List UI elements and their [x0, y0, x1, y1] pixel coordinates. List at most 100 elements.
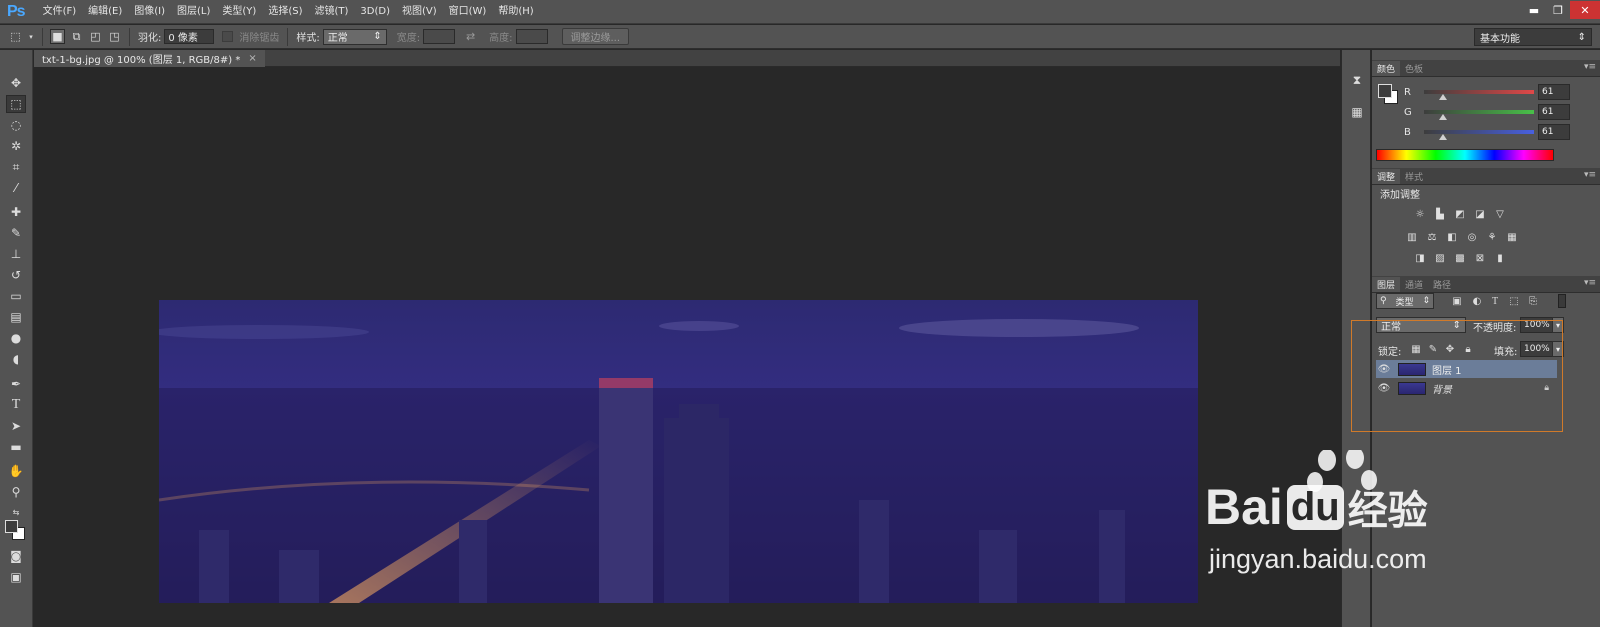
workspace-select[interactable]: 基本功能 ⇕	[1474, 28, 1592, 46]
swap-colors-icon[interactable]: ⇆	[6, 503, 26, 521]
tab-color[interactable]: 颜色	[1372, 61, 1401, 76]
filter-adjustment-icon[interactable]: ◐	[1470, 294, 1484, 308]
r-value-input[interactable]: 61	[1538, 84, 1570, 100]
screen-mode-icon[interactable]: ▣	[6, 568, 26, 586]
dodge-tool-icon[interactable]: ◖	[6, 350, 26, 368]
quick-mask-icon[interactable]: ◙	[6, 547, 26, 565]
menu-type[interactable]: 类型(Y)	[216, 0, 262, 24]
restore-button[interactable]: ❐	[1546, 1, 1570, 19]
g-slider[interactable]	[1424, 110, 1534, 120]
selective-color-icon[interactable]: ⊠	[1472, 251, 1488, 265]
type-tool-icon[interactable]: T	[6, 396, 26, 414]
b-slider[interactable]	[1424, 130, 1534, 140]
tab-layers[interactable]: 图层	[1372, 277, 1401, 292]
blur-tool-icon[interactable]: ●	[6, 329, 26, 347]
lasso-tool-icon[interactable]: ◌	[6, 116, 26, 134]
gradient-tool-icon[interactable]: ▤	[6, 308, 26, 326]
hand-tool-icon[interactable]: ✋	[6, 462, 26, 480]
menu-image[interactable]: 图像(I)	[128, 0, 171, 24]
g-value-input[interactable]: 61	[1538, 104, 1570, 120]
brush-tool-icon[interactable]: ✎	[6, 224, 26, 242]
path-selection-tool-icon[interactable]: ➤	[6, 417, 26, 435]
g-slider-thumb[interactable]	[1439, 114, 1447, 120]
properties-panel-icon[interactable]: ▦	[1347, 102, 1367, 122]
photo-filter-icon[interactable]: ◎	[1464, 230, 1480, 244]
tab-swatches[interactable]: 色板	[1400, 61, 1428, 76]
eyedropper-tool-icon[interactable]: ⁄	[6, 179, 26, 197]
filter-smart-object-icon[interactable]: ⎘	[1526, 294, 1540, 308]
tab-styles[interactable]: 样式	[1400, 169, 1428, 184]
rectangle-shape-tool-icon[interactable]: ▬	[6, 438, 26, 456]
history-brush-tool-icon[interactable]: ↺	[6, 266, 26, 284]
posterize-icon[interactable]: ▨	[1432, 251, 1448, 265]
threshold-icon[interactable]: ▩	[1452, 251, 1468, 265]
zoom-tool-icon[interactable]: ⚲	[6, 483, 26, 501]
new-selection-icon[interactable]: ■	[50, 29, 65, 44]
brightness-icon[interactable]: ☼	[1412, 207, 1428, 221]
width-input[interactable]	[423, 29, 456, 44]
panel-menu-icon[interactable]: ▾≡	[1584, 62, 1596, 72]
menu-help[interactable]: 帮助(H)	[492, 0, 539, 24]
history-panel-icon[interactable]: ⧗	[1347, 70, 1367, 90]
foreground-color-swatch[interactable]	[5, 520, 18, 533]
black-white-icon[interactable]: ◧	[1444, 230, 1460, 244]
color-lookup-icon[interactable]: ▦	[1504, 230, 1520, 244]
r-slider-thumb[interactable]	[1439, 94, 1447, 100]
levels-icon[interactable]: ▙	[1432, 207, 1448, 221]
tab-paths[interactable]: 路径	[1428, 277, 1456, 292]
b-slider-thumb[interactable]	[1439, 134, 1447, 140]
minimize-button[interactable]: ▬	[1522, 1, 1546, 19]
document-tab[interactable]: txt-1-bg.jpg @ 100% (图层 1, RGB/8#) * ×	[34, 50, 265, 67]
color-spectrum-bar[interactable]	[1376, 149, 1554, 161]
vibrance-icon[interactable]: ▽	[1492, 207, 1508, 221]
move-tool-icon[interactable]: ✥	[6, 74, 26, 92]
height-input[interactable]	[515, 29, 548, 44]
antialias-checkbox[interactable]	[222, 31, 234, 42]
crop-tool-icon[interactable]: ⌗	[6, 158, 26, 176]
panel-menu-icon[interactable]: ▾≡	[1584, 278, 1596, 288]
intersect-selection-icon[interactable]: ◳	[107, 29, 122, 44]
eraser-tool-icon[interactable]: ▭	[6, 287, 26, 305]
menu-3d[interactable]: 3D(D)	[354, 0, 396, 24]
canvas-area[interactable]	[34, 68, 1340, 627]
channel-mixer-icon[interactable]: ⚘	[1484, 230, 1500, 244]
close-button[interactable]: ✕	[1570, 1, 1600, 19]
magic-wand-tool-icon[interactable]: ✲	[6, 137, 26, 155]
pen-tool-icon[interactable]: ✒	[6, 375, 26, 393]
color-foreground-swatch[interactable]	[1378, 84, 1392, 98]
clone-stamp-tool-icon[interactable]: ⊥	[6, 245, 26, 263]
panel-menu-icon[interactable]: ▾≡	[1584, 170, 1596, 180]
exposure-icon[interactable]: ◪	[1472, 207, 1488, 221]
invert-icon[interactable]: ◨	[1412, 251, 1428, 265]
add-selection-icon[interactable]: ⧉	[69, 29, 84, 44]
menu-file[interactable]: 文件(F)	[37, 0, 83, 24]
b-value-input[interactable]: 61	[1538, 124, 1570, 140]
filter-type-icon[interactable]: T	[1488, 294, 1502, 308]
hue-saturation-icon[interactable]: ▥	[1404, 230, 1420, 244]
chevron-down-icon[interactable]: ▾	[27, 29, 35, 44]
r-slider[interactable]	[1424, 90, 1534, 100]
menu-layer[interactable]: 图层(L)	[171, 0, 216, 24]
filter-shape-icon[interactable]: ⬚	[1507, 294, 1521, 308]
menu-edit[interactable]: 编辑(E)	[82, 0, 128, 24]
menu-window[interactable]: 窗口(W)	[443, 0, 493, 24]
filter-pixel-icon[interactable]: ▣	[1450, 294, 1464, 308]
tab-channels[interactable]: 通道	[1400, 277, 1428, 292]
menu-filter[interactable]: 滤镜(T)	[308, 0, 354, 24]
rect-marquee-tool-icon[interactable]: ⬚	[6, 95, 26, 113]
marquee-preset-icon[interactable]: ⬚	[8, 29, 23, 44]
night-city-image[interactable]	[159, 300, 1198, 603]
close-tab-icon[interactable]: ×	[248, 53, 256, 64]
feather-input[interactable]: 0 像素	[164, 29, 215, 44]
tab-adjustments[interactable]: 调整	[1372, 169, 1401, 184]
subtract-selection-icon[interactable]: ◰	[88, 29, 103, 44]
swap-icon[interactable]: ⇄	[463, 29, 478, 44]
style-select[interactable]: 正常 ⇕	[322, 28, 387, 45]
refine-edge-button[interactable]: 调整边缘...	[561, 28, 630, 45]
menu-view[interactable]: 视图(V)	[396, 0, 443, 24]
gradient-map-icon[interactable]: ▮	[1492, 251, 1508, 265]
curves-icon[interactable]: ◩	[1452, 207, 1468, 221]
layer-filter-select[interactable]: ⚲ 类型 ⇕	[1376, 293, 1434, 309]
healing-brush-tool-icon[interactable]: ✚	[6, 203, 26, 221]
menu-select[interactable]: 选择(S)	[262, 0, 308, 24]
